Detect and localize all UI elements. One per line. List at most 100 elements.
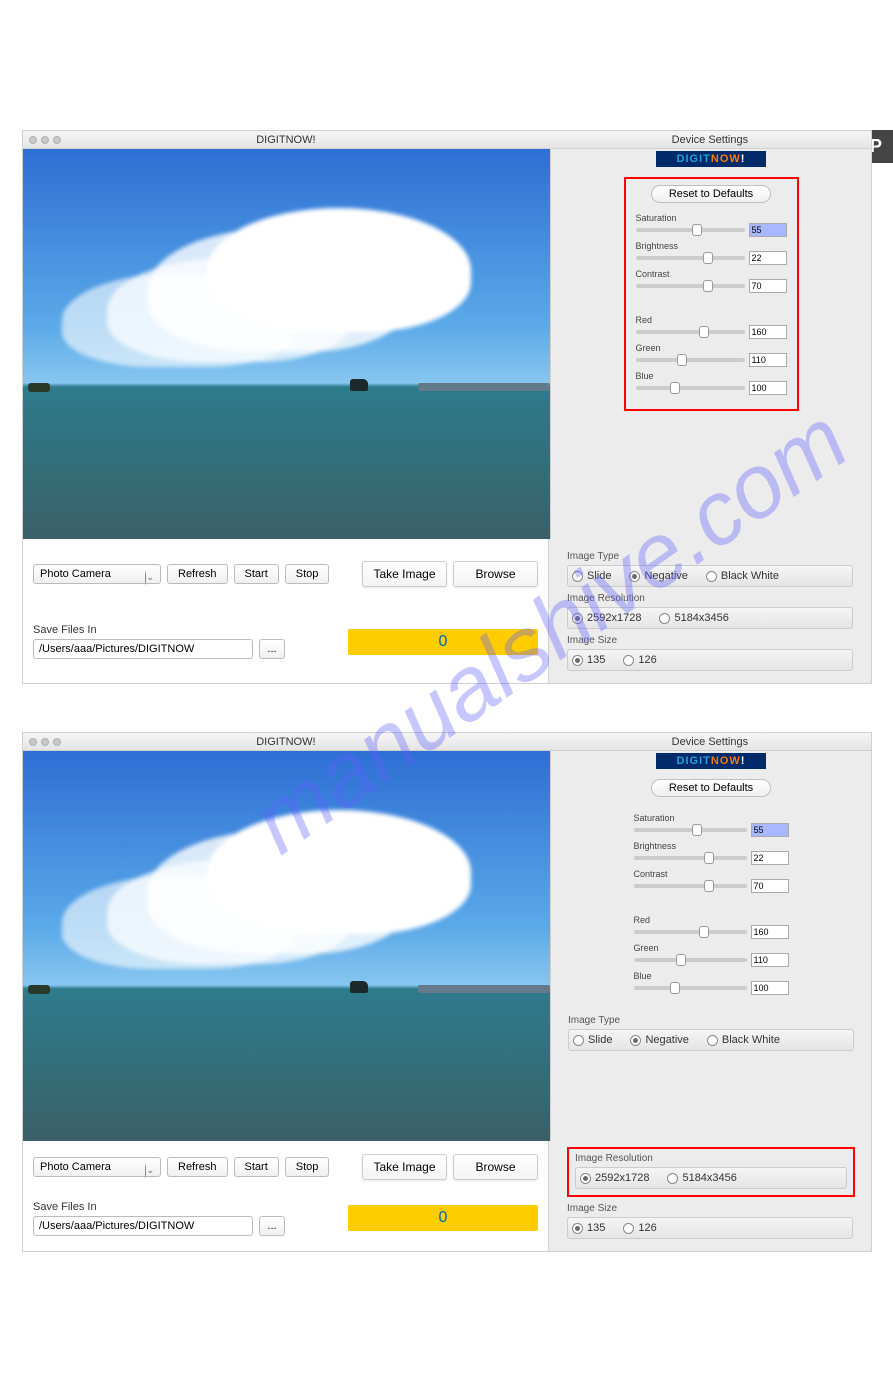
brightness-slider[interactable] (634, 856, 747, 860)
right-options: Image Type Slide Negative Black White Im… (548, 539, 871, 683)
device-settings-panel: DIGITNOW! Reset to Defaults Saturation B… (550, 149, 871, 539)
radio-negative[interactable]: Negative (629, 570, 687, 582)
saturation-slider[interactable] (636, 228, 745, 232)
contrast-input[interactable] (751, 879, 789, 893)
blue-label: Blue (636, 371, 787, 381)
saturation-input[interactable] (751, 823, 789, 837)
saturation-slider[interactable] (634, 828, 747, 832)
blue-slider[interactable] (634, 986, 747, 990)
refresh-button[interactable]: Refresh (167, 1157, 228, 1177)
blue-input[interactable] (749, 381, 787, 395)
contrast-slider[interactable] (634, 884, 747, 888)
stop-button[interactable]: Stop (285, 1157, 330, 1177)
app-window-1: DIGITNOW! Device Settings DIGITNOW! Rese… (22, 130, 872, 684)
reset-button[interactable]: Reset to Defaults (651, 779, 771, 797)
green-label: Green (634, 943, 789, 953)
radio-blackwhite[interactable]: Black White (707, 1034, 780, 1046)
browse-button[interactable]: Browse (453, 561, 538, 587)
brightness-input[interactable] (751, 851, 789, 865)
brand-logo: DIGITNOW! (656, 753, 766, 769)
image-resolution-group: Image Resolution 2592x1728 5184x3456 (567, 593, 853, 629)
green-input[interactable] (751, 953, 789, 967)
radio-blackwhite[interactable]: Black White (706, 570, 779, 582)
refresh-button[interactable]: Refresh (167, 564, 228, 584)
brightness-label: Brightness (636, 241, 787, 251)
brightness-input[interactable] (749, 251, 787, 265)
sliders-box: Saturation Brightness Contrast Red Green… (624, 807, 799, 1009)
browse-path-button[interactable]: ... (259, 1216, 285, 1236)
radio-size-135[interactable]: 135 (572, 654, 605, 666)
image-size-group: Image Size 135 126 (567, 1203, 853, 1239)
stop-button[interactable]: Stop (285, 564, 330, 584)
image-type-label: Image Type (567, 551, 853, 562)
saturation-label: Saturation (636, 213, 787, 223)
take-image-button[interactable]: Take Image (362, 1154, 447, 1180)
window-title-left: DIGITNOW! (23, 134, 549, 146)
radio-res-5184[interactable]: 5184x3456 (659, 612, 728, 624)
right-options: Image Resolution 2592x1728 5184x3456 Ima… (548, 1141, 871, 1251)
blue-input[interactable] (751, 981, 789, 995)
sliders-highlight-box: Reset to Defaults Saturation Brightness … (624, 177, 799, 411)
saturation-label: Saturation (634, 813, 789, 823)
contrast-slider[interactable] (636, 284, 745, 288)
brightness-slider[interactable] (636, 256, 745, 260)
red-slider[interactable] (636, 330, 745, 334)
reset-button[interactable]: Reset to Defaults (651, 185, 771, 203)
image-size-group: Image Size 135 126 (567, 635, 853, 671)
radio-res-2592[interactable]: 2592x1728 (580, 1172, 649, 1184)
save-files-label: Save Files In (33, 624, 285, 636)
radio-negative[interactable]: Negative (630, 1034, 688, 1046)
window-title-right: Device Settings (549, 736, 871, 748)
save-files-label: Save Files In (33, 1201, 285, 1213)
green-slider[interactable] (636, 358, 745, 362)
preview-area (23, 751, 550, 1141)
radio-res-2592[interactable]: 2592x1728 (572, 612, 641, 624)
blue-label: Blue (634, 971, 789, 981)
brand-logo: DIGITNOW! (656, 151, 766, 167)
red-label: Red (634, 915, 789, 925)
contrast-label: Contrast (634, 869, 789, 879)
green-label: Green (636, 343, 787, 353)
image-resolution-label: Image Resolution (575, 1153, 847, 1164)
radio-res-5184[interactable]: 5184x3456 (667, 1172, 736, 1184)
take-image-button[interactable]: Take Image (362, 561, 447, 587)
bottom-controls: Photo Camera⌄ Refresh Start Stop Take Im… (23, 539, 548, 683)
source-dropdown[interactable]: Photo Camera⌄ (33, 1157, 161, 1177)
green-input[interactable] (749, 353, 787, 367)
saturation-input[interactable] (749, 223, 787, 237)
window-title-left: DIGITNOW! (23, 736, 549, 748)
brightness-label: Brightness (634, 841, 789, 851)
radio-slide[interactable]: Slide (572, 570, 611, 582)
start-button[interactable]: Start (234, 564, 279, 584)
titlebar: DIGITNOW! Device Settings (23, 131, 871, 149)
image-size-label: Image Size (567, 1203, 853, 1214)
browse-button[interactable]: Browse (453, 1154, 538, 1180)
titlebar: DIGITNOW! Device Settings (23, 733, 871, 751)
app-window-2: DIGITNOW! Device Settings DIGITNOW! Rese… (22, 732, 872, 1252)
contrast-label: Contrast (636, 269, 787, 279)
radio-size-126[interactable]: 126 (623, 654, 656, 666)
counter-bar: 0 (348, 629, 538, 655)
green-slider[interactable] (634, 958, 747, 962)
blue-slider[interactable] (636, 386, 745, 390)
red-input[interactable] (749, 325, 787, 339)
contrast-input[interactable] (749, 279, 787, 293)
counter-bar: 0 (348, 1205, 538, 1231)
image-type-group: Image Type Slide Negative Black White (568, 1015, 854, 1051)
bottom-controls: Photo Camera⌄ Refresh Start Stop Take Im… (23, 1141, 548, 1251)
radio-slide[interactable]: Slide (573, 1034, 612, 1046)
browse-path-button[interactable]: ... (259, 639, 285, 659)
preview-area (23, 149, 550, 539)
red-input[interactable] (751, 925, 789, 939)
red-label: Red (636, 315, 787, 325)
radio-size-126[interactable]: 126 (623, 1222, 656, 1234)
source-dropdown[interactable]: Photo Camera⌄ (33, 564, 161, 584)
image-resolution-label: Image Resolution (567, 593, 853, 604)
red-slider[interactable] (634, 930, 747, 934)
save-path-input[interactable] (33, 639, 253, 659)
save-path-input[interactable] (33, 1216, 253, 1236)
image-type-label: Image Type (568, 1015, 854, 1026)
radio-size-135[interactable]: 135 (572, 1222, 605, 1234)
device-settings-panel: DIGITNOW! Reset to Defaults Saturation B… (550, 751, 871, 1141)
start-button[interactable]: Start (234, 1157, 279, 1177)
